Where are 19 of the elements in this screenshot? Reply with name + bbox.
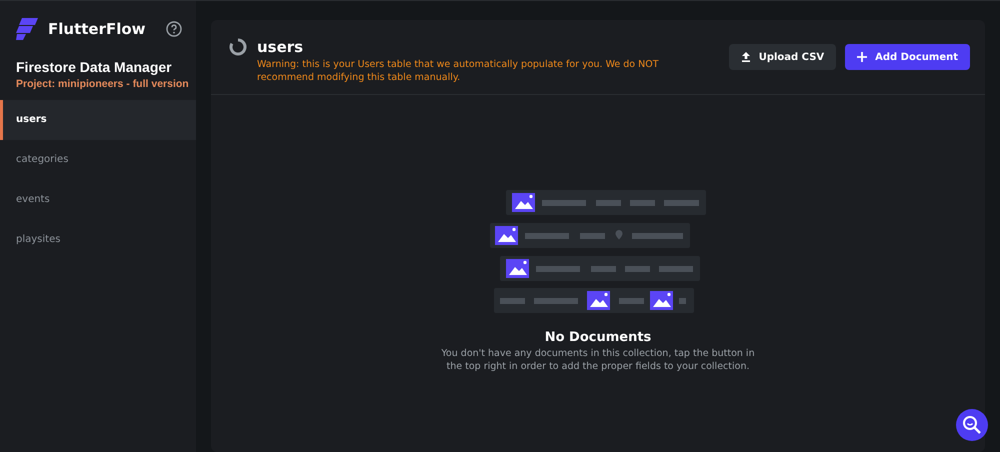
upload-icon — [740, 52, 751, 62]
collection-item[interactable]: playsites — [0, 220, 196, 260]
upload-csv-button[interactable]: Upload CSV — [728, 44, 836, 70]
search-icon — [962, 415, 982, 435]
plus-icon — [857, 52, 868, 62]
brand-name: FlutterFlow — [48, 20, 147, 38]
collection-title: users — [257, 38, 304, 56]
project-name: Project: minipioneers - full version — [15, 77, 190, 90]
empty-title: No Documents — [544, 330, 652, 345]
collection-item[interactable]: events — [0, 180, 196, 220]
warning-text: Warning: this is your Users table that we automatically populate for you. We do NOT recommend modifying this table manually. — [257, 58, 660, 84]
add-document-button[interactable]: Add Document — [845, 44, 970, 70]
sidebar-title: Firestore Data Manager — [15, 58, 173, 75]
loading-icon — [229, 38, 247, 56]
empty-message: You don't have any documents in this collection, tap the button in the top right in order to add the proper fields to your collection. — [440, 347, 756, 373]
help-icon[interactable] — [166, 21, 182, 37]
collection-item[interactable]: users — [0, 100, 196, 140]
collection-item[interactable]: categories — [0, 140, 196, 180]
logo-icon — [16, 18, 38, 40]
